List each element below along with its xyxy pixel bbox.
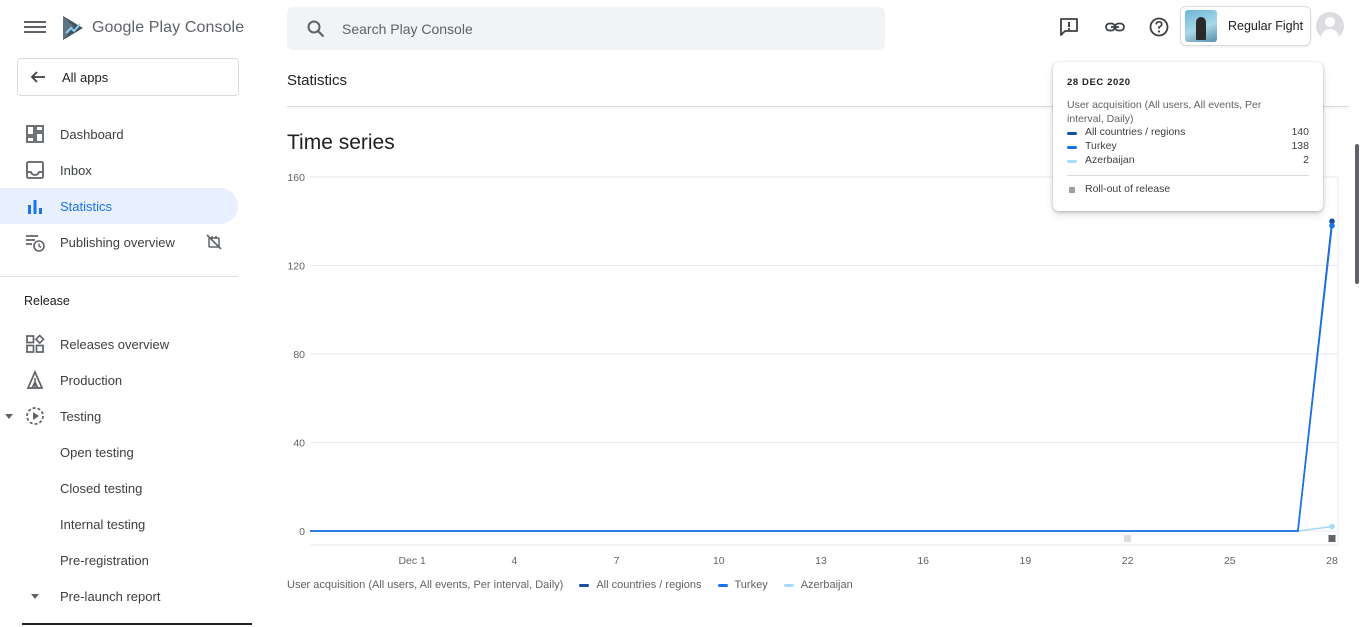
legend-swatch: [783, 583, 794, 587]
legend-swatch: [579, 583, 590, 587]
tooltip-series-value: 2: [1303, 154, 1309, 166]
tooltip-series-name: All countries / regions: [1085, 126, 1186, 138]
rollout-marker-icon: [1069, 187, 1075, 193]
x-tick-label: 16: [917, 555, 929, 567]
series-point: [1329, 222, 1335, 229]
release-marker: [1124, 535, 1132, 542]
tooltip-series-name: Azerbaijan: [1085, 154, 1135, 166]
y-tick-label: 160: [287, 172, 305, 184]
page-scrollbar[interactable]: [1355, 144, 1359, 284]
legend-label: All countries / regions: [596, 579, 702, 591]
legend-entry-azerbaijan[interactable]: Azerbaijan: [783, 579, 853, 591]
release-marker: [1328, 535, 1336, 542]
x-tick-label: Dec 1: [398, 555, 426, 567]
tooltip-date: 28 DEC 2020: [1067, 77, 1131, 88]
tooltip-swatch: [1067, 160, 1077, 163]
tooltip-row-all-countries: All countries / regions 140: [1067, 126, 1309, 140]
series-line: [310, 225, 1333, 532]
chart-tooltip: 28 DEC 2020 User acquisition (All users,…: [1053, 62, 1323, 211]
y-tick-label: 120: [287, 261, 305, 273]
x-tick-label: 13: [815, 555, 827, 567]
legend-entry-all-countries[interactable]: All countries / regions: [579, 579, 702, 591]
tooltip-rollout-label: Roll-out of release: [1085, 183, 1171, 195]
legend-entry-turkey[interactable]: Turkey: [717, 579, 768, 591]
x-tick-label: 10: [713, 555, 725, 567]
x-tick-label: 25: [1224, 555, 1236, 567]
x-tick-label: 4: [511, 555, 517, 567]
series-line: [310, 221, 1333, 532]
tooltip-series-name: Turkey: [1085, 140, 1117, 152]
x-tick-label: 7: [614, 555, 620, 567]
tooltip-divider: [1067, 175, 1309, 176]
y-tick-label: 80: [293, 349, 305, 361]
series-point: [1329, 523, 1335, 530]
tooltip-row-azerbaijan: Azerbaijan 2: [1067, 154, 1309, 168]
tooltip-series-value: 140: [1291, 126, 1309, 138]
legend-description: User acquisition (All users, All events,…: [287, 579, 564, 591]
tooltip-swatch: [1067, 132, 1077, 135]
x-tick-label: 28: [1326, 555, 1338, 567]
legend-label: Turkey: [734, 579, 768, 591]
x-tick-label: 22: [1122, 555, 1134, 567]
tooltip-row-turkey: Turkey 138: [1067, 140, 1309, 154]
tooltip-swatch: [1067, 146, 1077, 149]
legend-swatch: [717, 583, 728, 587]
y-tick-label: 40: [293, 438, 305, 450]
tooltip-series-value: 138: [1291, 140, 1309, 152]
y-tick-label: 0: [299, 526, 305, 538]
tooltip-metric: User acquisition (All users, All events,…: [1067, 99, 1262, 125]
legend-label: Azerbaijan: [800, 579, 853, 591]
chart-legend: User acquisition (All users, All events,…: [287, 579, 869, 591]
x-tick-label: 19: [1020, 555, 1032, 567]
